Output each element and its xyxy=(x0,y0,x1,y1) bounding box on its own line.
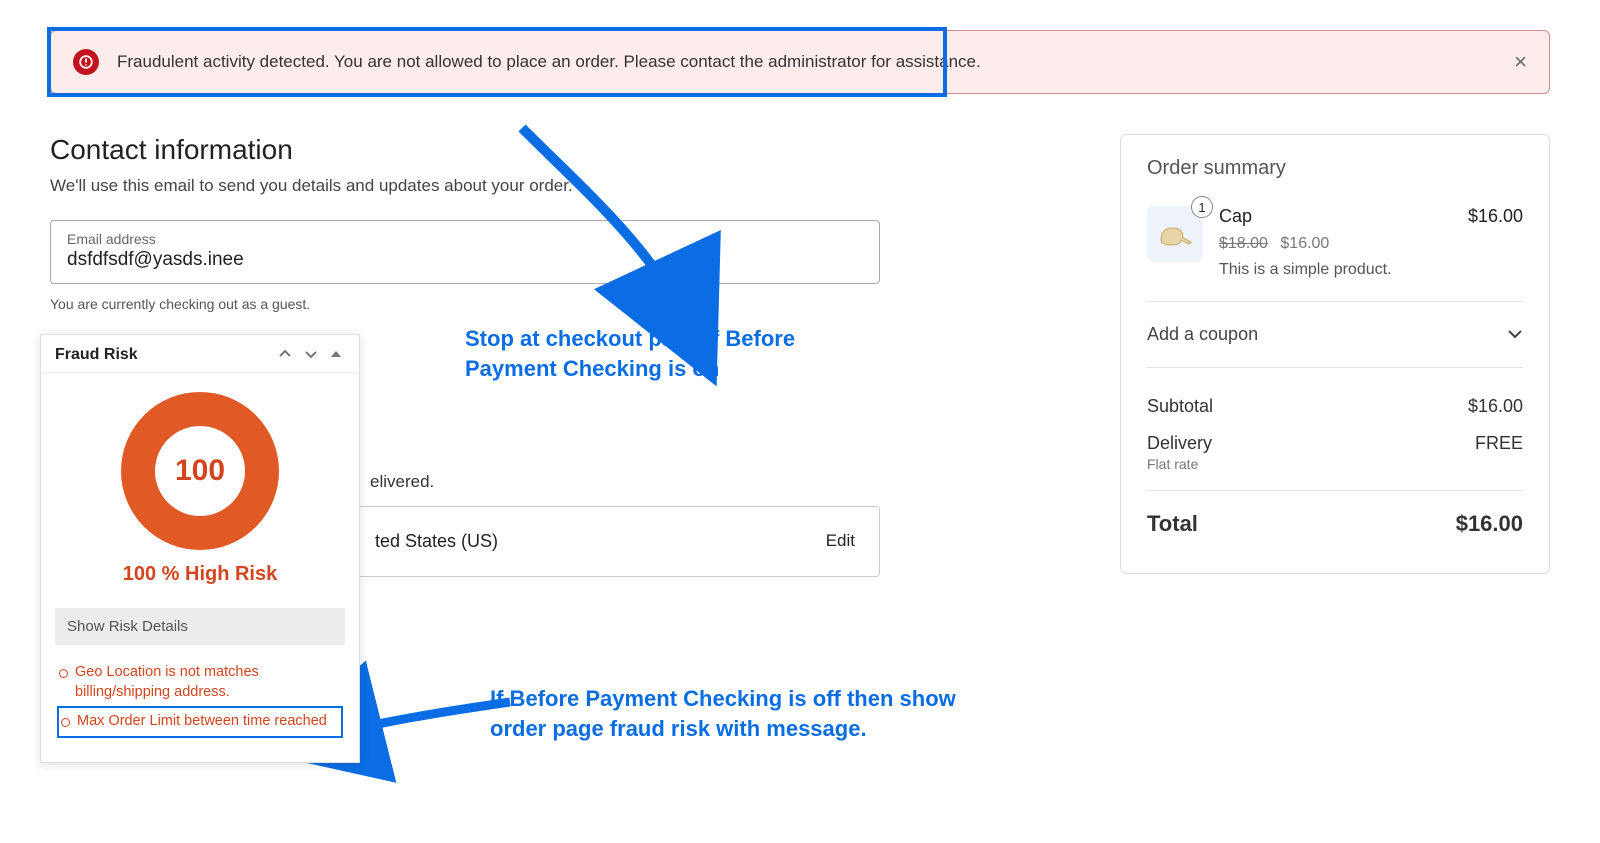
annotation-arrow-1 xyxy=(512,128,712,338)
item-qty-badge: 1 xyxy=(1191,196,1213,218)
item-name: Cap xyxy=(1219,206,1452,227)
order-summary-title: Order summary xyxy=(1147,157,1523,180)
fraud-risk-label: 100 % High Risk xyxy=(55,563,345,586)
alert-message: Fraudulent activity detected. You are no… xyxy=(117,52,981,72)
fraud-alert-banner: Fraudulent activity detected. You are no… xyxy=(50,30,1550,94)
email-label: Email address xyxy=(67,231,863,247)
alert-close-button[interactable]: × xyxy=(1514,51,1527,73)
total-value: $16.00 xyxy=(1456,511,1523,537)
fraud-risk-panel: Fraud Risk 100 100 % High Ri xyxy=(40,334,360,763)
add-coupon-toggle[interactable]: Add a coupon xyxy=(1147,301,1523,368)
chevron-down-icon xyxy=(1507,324,1523,345)
delivery-value: FREE xyxy=(1475,433,1523,472)
order-item-row: 1 Cap $18.00 $16.00 This is a simple pro… xyxy=(1147,206,1523,279)
delivery-label: Delivery xyxy=(1147,433,1212,453)
fraud-reason-list: Geo Location is not matches billing/ship… xyxy=(55,659,345,748)
panel-down-button[interactable] xyxy=(301,345,321,364)
delivery-sublabel: Flat rate xyxy=(1147,456,1212,472)
alert-error-icon xyxy=(73,49,99,75)
email-input[interactable] xyxy=(67,249,863,271)
item-line-total: $16.00 xyxy=(1468,206,1523,279)
fraud-panel-title: Fraud Risk xyxy=(55,346,269,364)
cap-icon xyxy=(1157,220,1193,248)
item-description: This is a simple product. xyxy=(1219,261,1452,279)
fraud-reason-item: Geo Location is not matches billing/ship… xyxy=(57,659,343,706)
email-field-wrapper[interactable]: Email address xyxy=(50,220,880,284)
item-current-price: $16.00 xyxy=(1280,235,1329,252)
item-thumbnail: 1 xyxy=(1147,206,1203,262)
fraud-score-gauge: 100 xyxy=(120,391,280,551)
panel-up-button[interactable] xyxy=(275,345,295,364)
total-label: Total xyxy=(1147,511,1198,537)
fraud-reason-item-highlighted: Max Order Limit between time reached xyxy=(57,706,343,738)
order-summary-panel: Order summary 1 Cap $18.00 $16.00 This i… xyxy=(1120,134,1550,574)
annotation-callout-2: If Before Payment Checking is off then s… xyxy=(490,684,990,743)
fraud-score-value: 100 xyxy=(120,391,280,551)
show-risk-details-button[interactable]: Show Risk Details xyxy=(55,608,345,645)
subtotal-value: $16.00 xyxy=(1468,396,1523,417)
coupon-label: Add a coupon xyxy=(1147,324,1258,345)
subtotal-label: Subtotal xyxy=(1147,396,1213,417)
shipping-edit-link[interactable]: Edit xyxy=(826,531,855,552)
panel-collapse-button[interactable] xyxy=(327,345,345,364)
item-original-price: $18.00 xyxy=(1219,235,1268,252)
